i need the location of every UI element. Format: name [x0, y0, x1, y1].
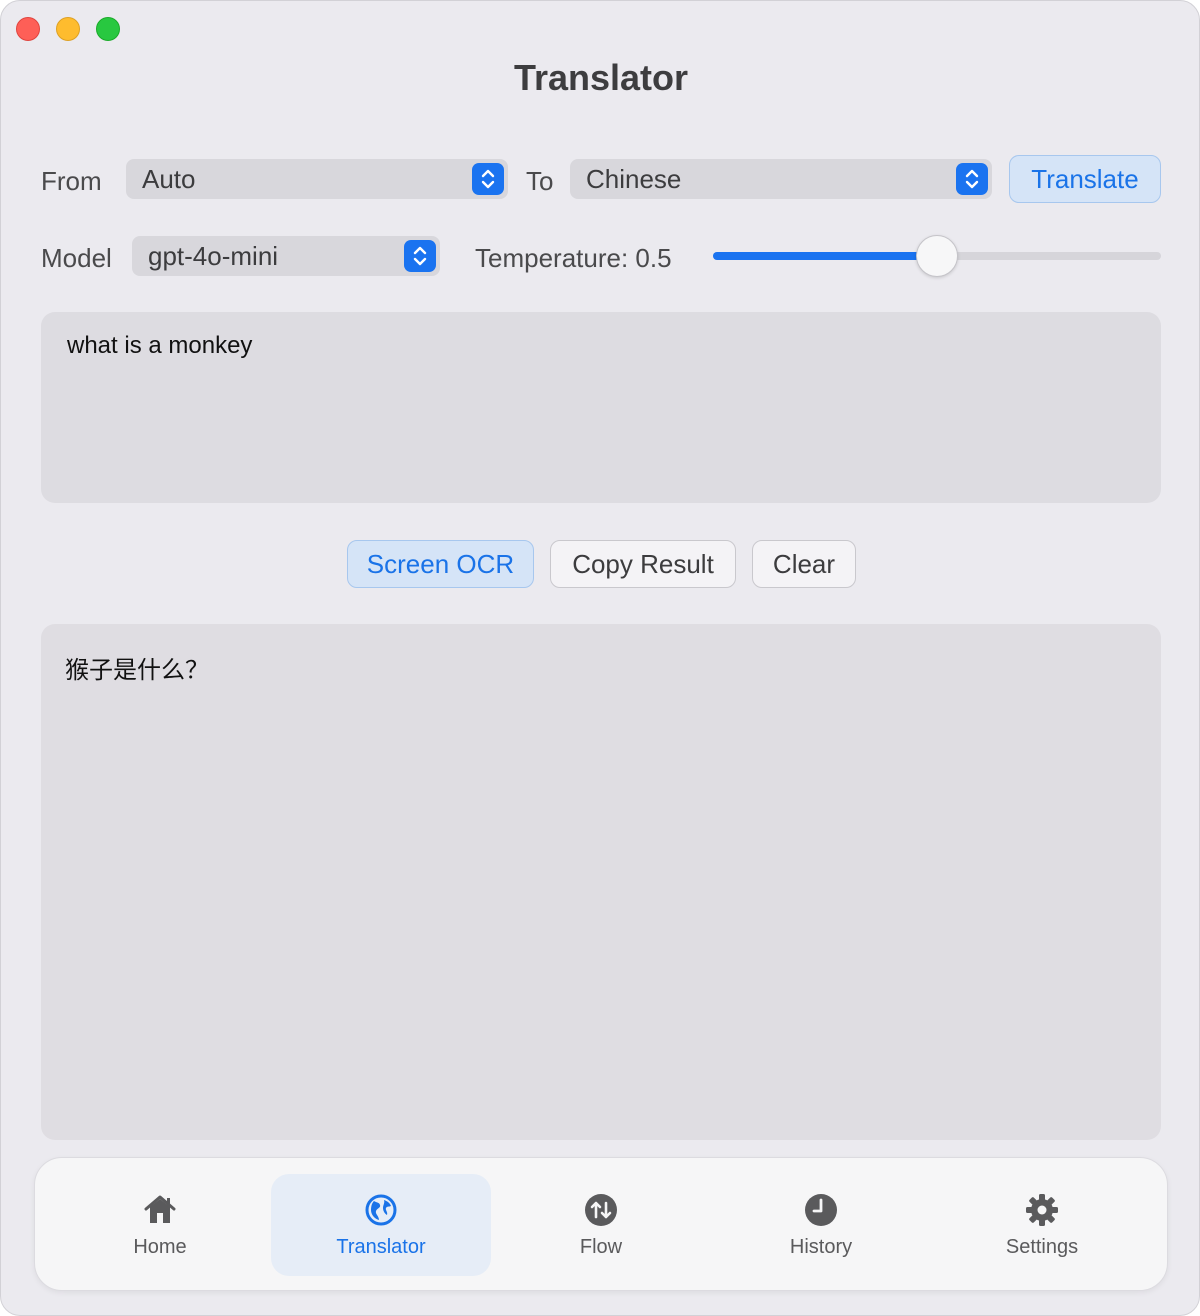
close-window-button[interactable] — [16, 17, 40, 41]
chevron-up-down-icon — [404, 240, 436, 272]
tab-history[interactable]: History — [711, 1174, 931, 1276]
chevron-up-down-icon — [956, 163, 988, 195]
model-label: Model — [41, 243, 112, 273]
app-window: Translator From Auto To Chinese Translat… — [0, 0, 1200, 1316]
clear-button[interactable]: Clear — [752, 540, 856, 588]
from-language-select[interactable]: Auto — [126, 159, 508, 199]
globe-icon — [365, 1194, 397, 1225]
slider-fill — [713, 252, 937, 260]
maximize-window-button[interactable] — [96, 17, 120, 41]
result-text: 猴子是什么？ — [65, 656, 209, 684]
chevron-up-down-icon — [472, 163, 504, 195]
result-text-area[interactable]: 猴子是什么？ — [41, 624, 1161, 1140]
gear-icon — [1026, 1193, 1058, 1226]
to-language-value: Chinese — [586, 163, 682, 194]
from-language-value: Auto — [142, 163, 196, 194]
screen-ocr-button[interactable]: Screen OCR — [347, 540, 534, 588]
to-language-select[interactable]: Chinese — [570, 159, 992, 199]
temperature-label: Temperature: 0.5 — [475, 243, 672, 273]
clock-icon — [805, 1193, 837, 1226]
tab-translator[interactable]: Translator — [271, 1174, 491, 1276]
source-text-area[interactable]: what is a monkey — [41, 312, 1161, 503]
temperature-slider[interactable] — [713, 235, 1161, 277]
tab-history-label: History — [789, 1235, 853, 1258]
minimize-window-button[interactable] — [56, 17, 80, 41]
to-label: To — [526, 166, 554, 196]
tab-flow-label: Flow — [579, 1235, 623, 1258]
tab-home-label: Home — [133, 1235, 187, 1258]
bottom-tab-bar: Home Translator Flow History Settings — [34, 1157, 1168, 1291]
copy-result-button[interactable]: Copy Result — [550, 540, 736, 588]
model-select[interactable]: gpt-4o-mini — [132, 236, 440, 276]
translate-button[interactable]: Translate — [1009, 155, 1161, 203]
tab-translator-label: Translator — [336, 1235, 426, 1258]
page-title: Translator — [513, 57, 689, 98]
from-label: From — [41, 166, 102, 196]
arrows-up-down-icon — [585, 1193, 617, 1226]
tab-settings[interactable]: Settings — [932, 1174, 1152, 1276]
model-value: gpt-4o-mini — [148, 240, 279, 271]
window-controls — [16, 17, 120, 41]
source-text: what is a monkey — [67, 332, 253, 359]
slider-knob[interactable] — [916, 235, 958, 277]
tab-home[interactable]: Home — [50, 1174, 270, 1276]
house-icon — [144, 1195, 176, 1223]
tab-flow[interactable]: Flow — [491, 1174, 711, 1276]
tab-settings-label: Settings — [1005, 1235, 1079, 1258]
